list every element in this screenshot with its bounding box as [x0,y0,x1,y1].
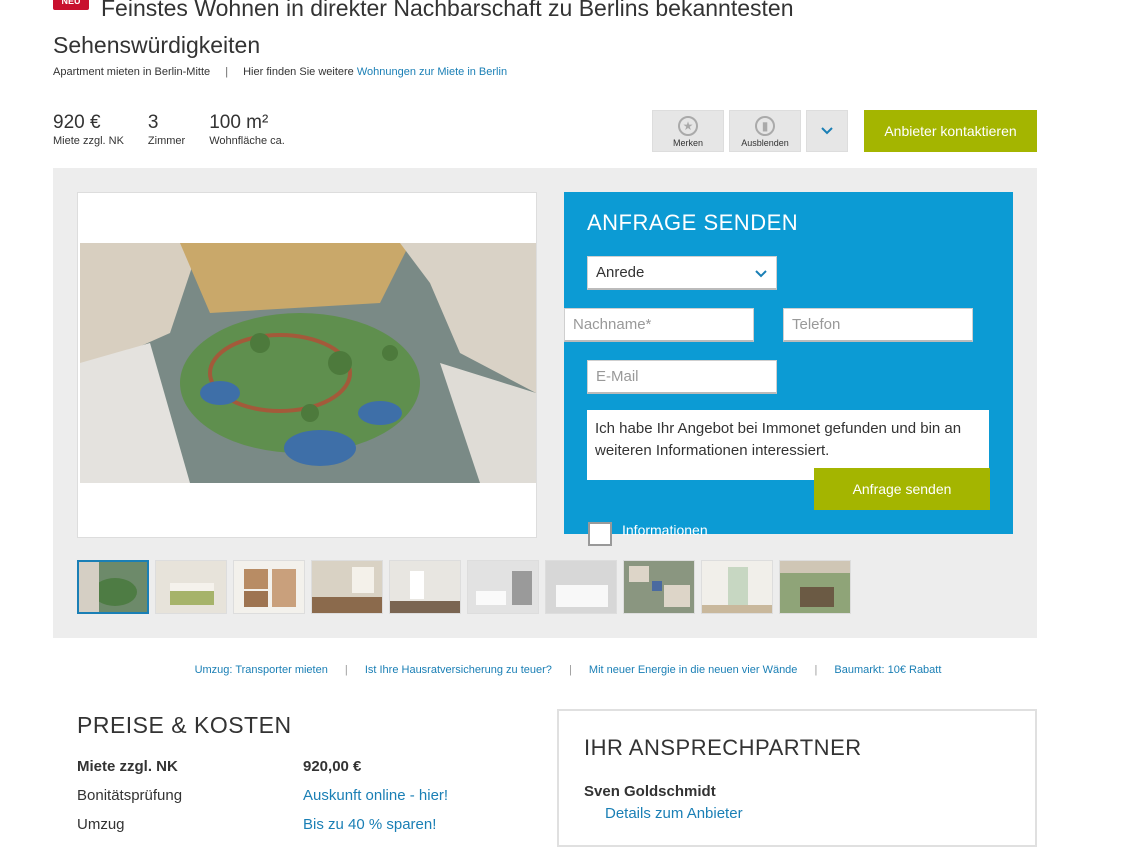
price-key: Bonitätsprüfung [77,787,183,804]
thumbnail[interactable] [779,560,851,614]
promo-link-insurance[interactable]: Ist Ihre Hausratversicherung zu teuer? [365,664,552,676]
info-checkbox[interactable] [588,522,612,546]
title-line-2: Sehenswürdigkeiten [53,32,261,58]
gallery-panel: ANFRAGE SENDEN Anrede Nachname* Telefon … [53,168,1037,638]
thumbnail-strip [77,560,851,614]
fact-label: Zimmer [147,135,186,147]
hide-label: Ausblenden [741,138,789,148]
separator: | [225,66,229,78]
thumbnail[interactable] [155,560,227,614]
email-field[interactable]: E-Mail [587,360,777,394]
breadcrumb: Apartment mieten in Berlin-Mitte | Hier … [53,66,507,78]
main-photo[interactable] [80,243,536,483]
chevron-down-icon [755,270,767,278]
thumbnail[interactable] [701,560,773,614]
price-row: Miete zzgl. NK 920,00 € [77,758,361,775]
phone-field[interactable]: Telefon [783,308,973,342]
promo-link-hardware-store[interactable]: Baumarkt: 10€ Rabatt [834,664,941,676]
fact-label: Miete zzgl. NK [53,135,124,147]
contact-name: Sven Goldschmidt [584,783,716,800]
thumbnail[interactable] [77,560,149,614]
promo-link-transporter[interactable]: Umzug: Transporter mieten [195,664,328,676]
hide-button[interactable]: ▮ Ausblenden [729,110,801,152]
fact-rooms: 3 Zimmer [148,112,185,147]
berlin-rentals-link[interactable]: Wohnungen zur Miete in Berlin [357,66,507,78]
moving-savings-link[interactable]: Bis zu 40 % sparen! [303,816,436,833]
chevron-down-icon [821,127,833,135]
key-facts: 920 € Miete zzgl. NK 3 Zimmer 100 m² Woh… [53,112,285,147]
provider-details-link[interactable]: Details zum Anbieter [605,805,743,822]
thumbnail[interactable] [311,560,383,614]
fact-value: 3 [147,112,159,133]
last-name-field[interactable]: Nachname* [564,308,754,342]
contact-person-box: IHR ANSPRECHPARTNER Sven Goldschmidt Det… [557,709,1037,847]
property-type: Apartment mieten in Berlin-Mitte [53,66,211,78]
bookmark-label: Merken [672,138,703,148]
new-badge: NEU [53,0,89,10]
main-photo-frame[interactable] [77,192,537,538]
title-line-1: Feinstes Wohnen in direkter Nachbarschaf… [101,0,794,21]
price-key: Umzug [77,816,125,833]
fact-label: Wohnfläche ca. [209,135,285,147]
listing-title: Feinstes Wohnen in direkter Nachbarschaf… [53,0,913,64]
inquiry-form: ANFRAGE SENDEN Anrede Nachname* Telefon … [564,192,1013,534]
salutation-value: Anrede [596,264,645,281]
price-key: Miete zzgl. NK [77,758,178,775]
thumbnail[interactable] [623,560,695,614]
prices-title: PREISE & KOSTEN [77,712,292,738]
promo-links: Umzug: Transporter mieten | Ist Ihre Hau… [0,664,1136,676]
salutation-select[interactable]: Anrede [587,256,777,290]
hint-text: Hier finden Sie weitere [243,66,354,78]
thumbnail[interactable] [233,560,305,614]
separator: | [344,664,348,676]
bookmark-button[interactable]: ★ Merken [652,110,724,152]
inquiry-title: ANFRAGE SENDEN [587,210,799,235]
fact-value: 100 m² [209,112,269,133]
promo-link-energy[interactable]: Mit neuer Energie in die neuen vier Wänd… [589,664,798,676]
fact-value: 920 € [53,112,101,133]
price-row: Umzug Bis zu 40 % sparen! [77,816,436,833]
contact-title: IHR ANSPRECHPARTNER [584,735,862,760]
thumbnail[interactable] [545,560,617,614]
info-checkbox-label: Informationen [622,522,708,538]
more-actions-button[interactable] [806,110,848,152]
star-icon: ★ [678,116,698,136]
credit-check-link[interactable]: Auskunft online - hier! [303,787,448,804]
separator: | [568,664,572,676]
fact-area: 100 m² Wohnfläche ca. [209,112,285,147]
thumbnail[interactable] [389,560,461,614]
thumbnail[interactable] [467,560,539,614]
trash-icon: ▮ [755,116,775,136]
fact-price: 920 € Miete zzgl. NK [53,112,124,147]
send-inquiry-button[interactable]: Anfrage senden [814,468,990,510]
contact-provider-button[interactable]: Anbieter kontaktieren [864,110,1037,152]
separator: | [814,664,818,676]
price-value: 920,00 € [303,758,362,775]
price-row: Bonitätsprüfung Auskunft online - hier! [77,787,448,804]
